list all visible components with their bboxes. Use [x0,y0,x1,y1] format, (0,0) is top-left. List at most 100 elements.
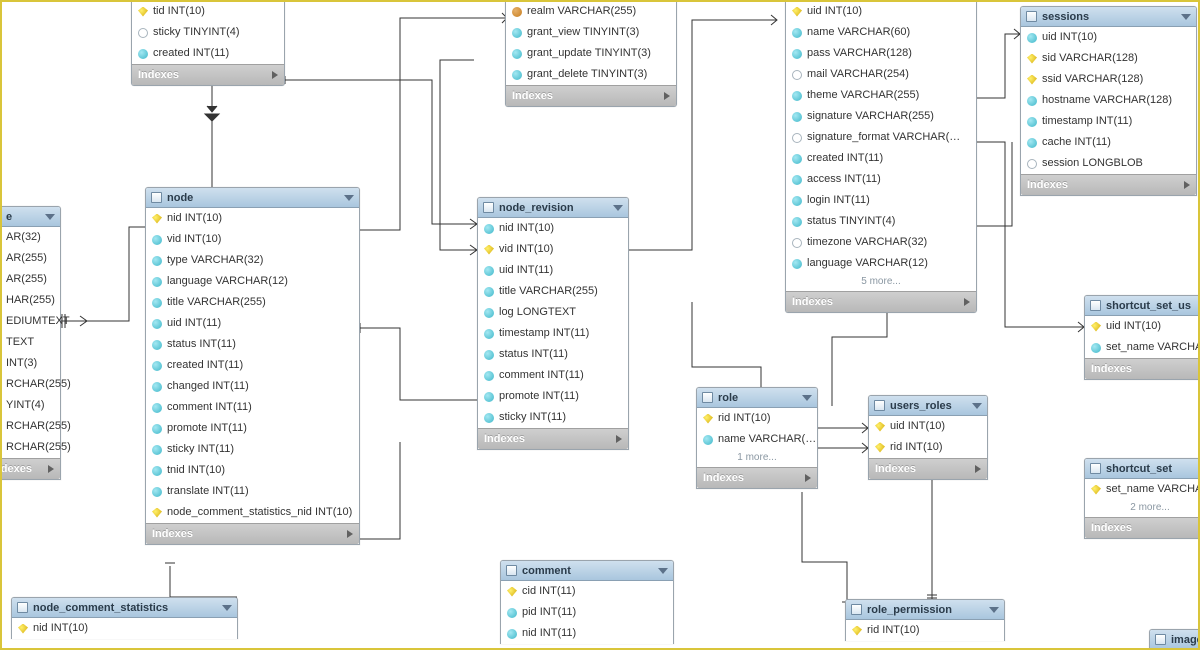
column-row[interactable]: grant_view TINYINT(3) [506,22,676,43]
column-row[interactable]: TEXT [0,332,60,353]
column-row[interactable]: timezone VARCHAR(32) [786,232,976,253]
column-row[interactable]: comment INT(11) [146,397,359,418]
column-row[interactable]: set_name VARCHAR [1085,337,1200,358]
column-row[interactable]: hostname VARCHAR(128) [1021,90,1196,111]
column-row[interactable]: title VARCHAR(255) [478,281,628,302]
column-row[interactable]: grant_update TINYINT(3) [506,43,676,64]
indexes-row[interactable]: Indexes [132,64,284,85]
column-row[interactable]: created INT(11) [132,43,284,64]
table-header[interactable]: role_permission [846,600,1004,620]
column-row[interactable]: EDIUMTEXT [0,311,60,332]
table-header[interactable]: node_revision [478,198,628,218]
column-row[interactable]: nid INT(10) [12,618,237,639]
column-row[interactable]: cid INT(11) [501,581,673,602]
column-row[interactable]: session LONGBLOB [1021,153,1196,174]
column-row[interactable]: realm VARCHAR(255) [506,1,676,22]
column-row[interactable]: AR(32) [0,227,60,248]
table-header[interactable]: shortcut_set_us [1085,296,1200,316]
indexes-row[interactable]: Indexes [786,291,976,312]
column-row[interactable]: mail VARCHAR(254) [786,64,976,85]
column-row[interactable]: theme VARCHAR(255) [786,85,976,106]
table-comment[interactable]: comment cid INT(11)pid INT(11)nid INT(11… [500,560,674,644]
indexes-row[interactable]: Indexes [1085,517,1200,538]
table-header[interactable]: node [146,188,359,208]
table-image-partial[interactable]: image_ [1149,629,1200,650]
indexes-row[interactable]: Indexes [1021,174,1196,195]
column-row[interactable]: tid INT(10) [132,1,284,22]
column-row[interactable]: status INT(11) [146,334,359,355]
indexes-row[interactable]: Indexes [506,85,676,106]
column-row[interactable]: cache INT(11) [1021,132,1196,153]
column-row[interactable]: tnid INT(10) [146,460,359,481]
column-row[interactable]: YINT(4) [0,395,60,416]
indexes-row[interactable]: Indexes [1085,358,1200,379]
indexes-row[interactable]: Indexes [697,467,817,488]
table-role[interactable]: role rid INT(10)name VARCHAR(… 1 more...… [696,387,818,489]
column-row[interactable]: nid INT(10) [478,218,628,239]
column-row[interactable]: nid INT(11) [501,623,673,644]
table-sessions[interactable]: sessions uid INT(10)sid VARCHAR(128)ssid… [1020,6,1197,196]
column-row[interactable]: pass VARCHAR(128) [786,43,976,64]
column-row[interactable]: node_comment_statistics_nid INT(10) [146,502,359,523]
column-row[interactable]: signature VARCHAR(255) [786,106,976,127]
table-header[interactable]: role [697,388,817,408]
table-users-partial[interactable]: uid INT(10)name VARCHAR(60)pass VARCHAR(… [785,1,977,313]
column-row[interactable]: timestamp INT(11) [1021,111,1196,132]
column-row[interactable]: INT(3) [0,353,60,374]
column-row[interactable]: sticky INT(11) [146,439,359,460]
column-row[interactable]: language VARCHAR(12) [786,253,976,274]
table-header[interactable]: node_comment_statistics [12,598,237,618]
column-row[interactable]: language VARCHAR(12) [146,271,359,292]
er-diagram-canvas[interactable]: tid INT(10)sticky TINYINT(4)created INT(… [0,0,1200,650]
table-header[interactable]: sessions [1021,7,1196,27]
column-row[interactable]: set_name VARCHA [1085,479,1200,500]
column-row[interactable]: uid INT(10) [1021,27,1196,48]
table-node-access-partial[interactable]: realm VARCHAR(255)grant_view TINYINT(3)g… [505,1,677,107]
column-row[interactable]: uid INT(10) [1085,316,1200,337]
table-partial-top-left[interactable]: tid INT(10)sticky TINYINT(4)created INT(… [131,1,285,86]
column-row[interactable]: comment INT(11) [478,365,628,386]
column-row[interactable]: sid VARCHAR(128) [1021,48,1196,69]
column-row[interactable]: title VARCHAR(255) [146,292,359,313]
column-row[interactable]: nid INT(10) [146,208,359,229]
column-row[interactable]: translate INT(11) [146,481,359,502]
column-row[interactable]: timestamp INT(11) [478,323,628,344]
column-row[interactable]: uid INT(11) [146,313,359,334]
column-row[interactable]: ssid VARCHAR(128) [1021,69,1196,90]
column-row[interactable]: uid INT(10) [786,1,976,22]
table-header[interactable]: comment [501,561,673,581]
table-header[interactable]: image_ [1150,630,1200,650]
table-node-comment-statistics[interactable]: node_comment_statistics nid INT(10) [11,597,238,639]
table-shortcut-set-users[interactable]: shortcut_set_us uid INT(10)set_name VARC… [1084,295,1200,380]
indexes-row[interactable]: Indexes [478,428,628,449]
indexes-row[interactable]: Indexes [146,523,359,544]
indexes-row[interactable]: Indexes [0,458,60,479]
table-users-roles[interactable]: users_roles uid INT(10)rid INT(10) Index… [868,395,988,480]
column-row[interactable]: access INT(11) [786,169,976,190]
column-row[interactable]: type VARCHAR(32) [146,250,359,271]
table-header[interactable]: users_roles [869,396,987,416]
column-row[interactable]: created INT(11) [786,148,976,169]
column-row[interactable]: name VARCHAR(60) [786,22,976,43]
column-row[interactable]: RCHAR(255) [0,374,60,395]
column-row[interactable]: rid INT(10) [869,437,987,458]
table-header[interactable]: shortcut_set [1085,459,1200,479]
column-row[interactable]: grant_delete TINYINT(3) [506,64,676,85]
table-header[interactable]: e [0,207,60,227]
table-node-revision[interactable]: node_revision nid INT(10)vid INT(10)uid … [477,197,629,450]
column-row[interactable]: RCHAR(255) [0,437,60,458]
column-row[interactable]: rid INT(10) [846,620,1004,641]
column-row[interactable]: RCHAR(255) [0,416,60,437]
column-row[interactable]: sticky TINYINT(4) [132,22,284,43]
column-row[interactable]: vid INT(10) [478,239,628,260]
column-row[interactable]: promote INT(11) [146,418,359,439]
column-row[interactable]: rid INT(10) [697,408,817,429]
column-row[interactable]: HAR(255) [0,290,60,311]
column-row[interactable]: promote INT(11) [478,386,628,407]
column-row[interactable]: uid INT(11) [478,260,628,281]
column-row[interactable]: status INT(11) [478,344,628,365]
table-shortcut-set[interactable]: shortcut_set set_name VARCHA 2 more... I… [1084,458,1200,539]
table-partial-left[interactable]: e AR(32)AR(255)AR(255)HAR(255)EDIUMTEXTT… [0,206,61,480]
indexes-row[interactable]: Indexes [869,458,987,479]
table-role-permission[interactable]: role_permission rid INT(10) [845,599,1005,641]
